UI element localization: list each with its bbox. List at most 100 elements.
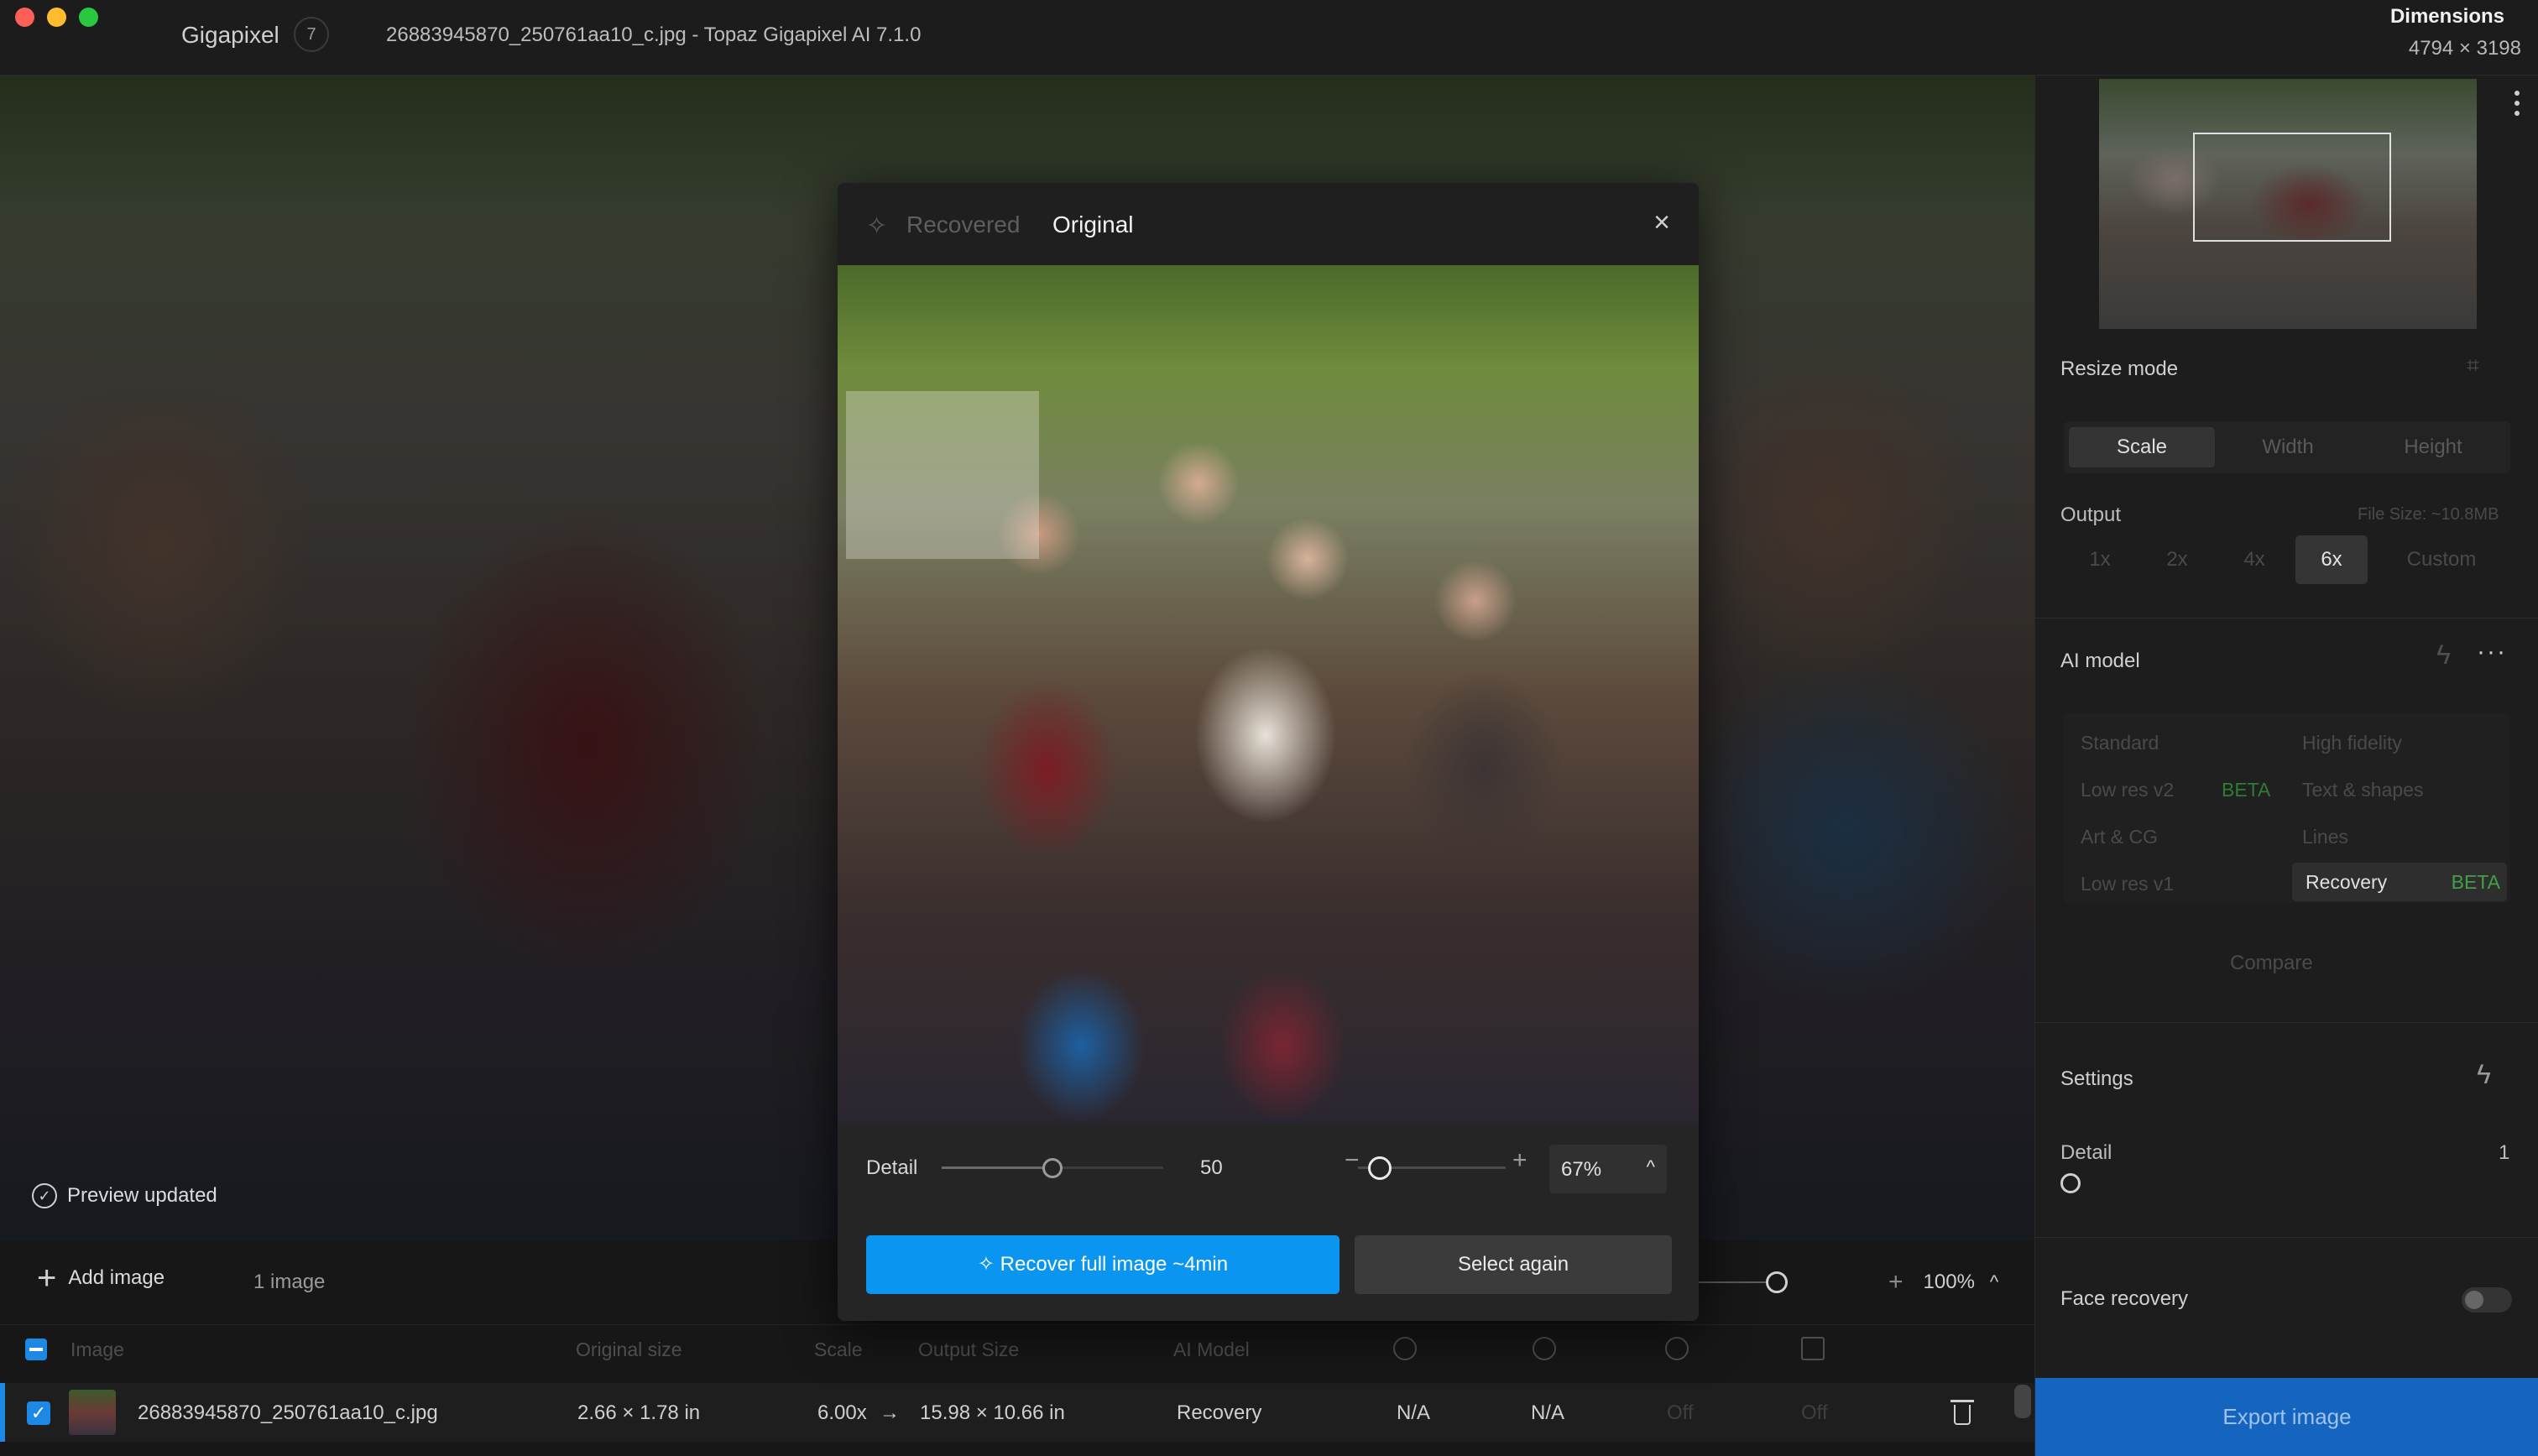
app-window: Gigapixel 7 26883945870_250761aa10_c.jpg…: [0, 0, 2538, 1456]
trash-bin: [1954, 1405, 1971, 1425]
close-window-button[interactable]: [15, 8, 34, 27]
tab-scale[interactable]: Scale: [2069, 427, 2215, 467]
detail-slider-fill: [942, 1166, 1052, 1169]
title-bar: Gigapixel 7 26883945870_250761aa10_c.jpg…: [0, 0, 2538, 76]
dialog-controls: Detail 50 − + 67% ^ ✧ Recover full image…: [838, 1125, 1699, 1321]
plus-icon: +: [37, 1260, 57, 1297]
divider: [2035, 1022, 2538, 1023]
model-low-res-v2[interactable]: Low res v2: [2081, 779, 2174, 801]
detail-slider-knob[interactable]: [2060, 1173, 2081, 1193]
navigator-viewport-box[interactable]: [2193, 133, 2391, 242]
dimensions-value: 4794 × 3198: [2408, 37, 2521, 60]
tab-original[interactable]: Original: [1052, 211, 1133, 238]
column-output-size[interactable]: Output Size: [918, 1339, 1019, 1361]
model-recovery[interactable]: Recovery BETA: [2292, 863, 2507, 901]
zoom-slider-knob[interactable]: [1368, 1156, 1392, 1180]
dialog-header: ✧ Recovered Original ×: [838, 183, 1699, 265]
column-ai-model[interactable]: AI Model: [1173, 1339, 1250, 1361]
model-high-fidelity[interactable]: High fidelity: [2302, 732, 2402, 754]
more-options-icon[interactable]: [2514, 91, 2520, 121]
scrollbar-handle[interactable]: [2014, 1385, 2031, 1418]
output-scale-options: 1x 2x 4x 6x Custom: [2064, 535, 2510, 584]
zoom-out-button[interactable]: −: [1345, 1146, 1360, 1175]
ai-model-menu-icon[interactable]: ···: [2477, 638, 2507, 666]
output-6x[interactable]: 6x: [2295, 535, 2368, 584]
zoom-window-button[interactable]: [79, 8, 98, 27]
add-image-label: Add image: [68, 1266, 165, 1289]
zoom-dropdown[interactable]: 67% ^: [1549, 1145, 1667, 1193]
column-image[interactable]: Image: [70, 1339, 124, 1361]
recover-full-image-button[interactable]: ✧ Recover full image ~4min: [866, 1235, 1340, 1294]
row-export-value: Off: [1801, 1401, 1828, 1424]
chevron-up-icon[interactable]: ^: [1990, 1271, 1998, 1293]
zoom-value[interactable]: 100%: [1924, 1271, 1975, 1294]
model-text-shapes[interactable]: Text & shapes: [2302, 779, 2423, 801]
row-filename: 26883945870_250761aa10_c.jpg: [138, 1401, 438, 1424]
sparkle-icon: ✧: [866, 212, 888, 240]
face-recovery-toggle[interactable]: [2462, 1287, 2512, 1312]
output-4x[interactable]: 4x: [2218, 535, 2290, 584]
output-2x[interactable]: 2x: [2141, 535, 2213, 584]
detail-slider-knob[interactable]: [1042, 1158, 1063, 1178]
ai-model-grid: Standard High fidelity Low res v2 BETA T…: [2064, 713, 2510, 903]
column-scale[interactable]: Scale: [814, 1339, 863, 1361]
face-recovery-label: Face recovery: [2060, 1287, 2189, 1310]
sharpen-icon: [1393, 1337, 1417, 1360]
row-scale: 6.00x: [817, 1401, 867, 1424]
settings-detail-label: Detail: [2060, 1141, 2112, 1164]
app-count-badge[interactable]: 7: [294, 17, 329, 52]
row-sharpen-value: N/A: [1397, 1401, 1431, 1424]
zoom-slider-track[interactable]: [1695, 1281, 1771, 1283]
output-label: Output: [2060, 504, 2122, 526]
beta-badge: BETA: [2451, 871, 2500, 893]
minimize-window-button[interactable]: [47, 8, 66, 27]
add-image-button[interactable]: + Add image: [37, 1260, 165, 1297]
row-denoise-value: N/A: [1531, 1401, 1565, 1424]
arrow-right-icon: →: [880, 1401, 900, 1424]
model-art-cg[interactable]: Art & CG: [2081, 826, 2158, 848]
trash-lid: [1950, 1400, 1974, 1402]
lightning-icon[interactable]: ϟ: [2436, 639, 2451, 671]
lightning-icon[interactable]: ϟ: [2477, 1059, 2491, 1090]
table-header: Image Original size Scale Output Size AI…: [0, 1324, 2034, 1371]
settings-title: Settings: [2060, 1067, 2133, 1090]
compare-button[interactable]: Compare: [2230, 952, 2313, 975]
tab-width[interactable]: Width: [2215, 427, 2361, 467]
bottom-zoom-control: + 100% ^: [1695, 1259, 1998, 1306]
export-image-button[interactable]: Export image: [2035, 1378, 2538, 1456]
close-icon[interactable]: ×: [1653, 206, 1670, 239]
app-name: Gigapixel: [181, 22, 279, 48]
detail-label: Detail: [866, 1156, 918, 1179]
tab-height[interactable]: Height: [2361, 427, 2505, 467]
navigator-thumbnail[interactable]: [2099, 79, 2477, 329]
background-window: [846, 391, 1039, 559]
row-face-value: Off: [1667, 1401, 1694, 1424]
model-standard[interactable]: Standard: [2081, 732, 2159, 754]
right-panel: Resize mode ⌗ Scale Width Height Output …: [2034, 76, 2538, 1456]
trash-icon[interactable]: [1950, 1398, 1974, 1427]
model-lines[interactable]: Lines: [2302, 826, 2348, 848]
crop-icon[interactable]: ⌗: [2467, 352, 2479, 379]
zoom-slider-knob[interactable]: [1766, 1271, 1788, 1293]
tab-recovered[interactable]: Recovered: [906, 211, 1020, 238]
divider: [2035, 1237, 2538, 1238]
preview-status-text: Preview updated: [67, 1184, 217, 1207]
select-again-button[interactable]: Select again: [1355, 1235, 1672, 1294]
denoise-icon: [1533, 1337, 1556, 1360]
column-original-size[interactable]: Original size: [576, 1339, 682, 1361]
zoom-in-button[interactable]: +: [1512, 1146, 1528, 1175]
zoom-in-button[interactable]: +: [1888, 1268, 1904, 1297]
table-row[interactable]: ✓ 26883945870_250761aa10_c.jpg 2.66 × 1.…: [0, 1383, 2034, 1442]
output-custom[interactable]: Custom: [2373, 535, 2510, 584]
model-low-res-v1[interactable]: Low res v1: [2081, 873, 2174, 895]
file-size: File Size: ~10.8MB: [2358, 505, 2499, 524]
image-thumbnail: [69, 1390, 116, 1435]
row-checkbox[interactable]: ✓: [27, 1401, 50, 1425]
output-1x[interactable]: 1x: [2064, 535, 2136, 584]
image-count: 1 image: [253, 1271, 326, 1293]
select-all-checkbox[interactable]: [25, 1339, 47, 1360]
dimensions-label: Dimensions: [2389, 5, 2504, 28]
face-icon: [1665, 1337, 1689, 1360]
check-circle-icon: ✓: [32, 1183, 57, 1208]
preview-image[interactable]: [838, 265, 1699, 1125]
